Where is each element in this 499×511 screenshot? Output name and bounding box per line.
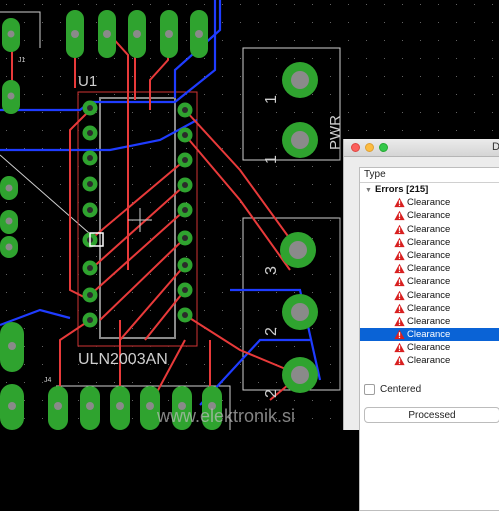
warning-icon	[394, 277, 405, 287]
panel-titlebar[interactable]: D	[344, 139, 499, 157]
pin-label-3: 3	[263, 266, 280, 275]
centered-checkbox[interactable]	[364, 384, 375, 395]
minimize-icon[interactable]	[365, 143, 374, 152]
errors-group-label: Errors [215]	[375, 184, 429, 195]
list-item[interactable]: Clearance	[360, 302, 499, 315]
errors-list[interactable]: Type ▼ Errors [215] Clearance Clearance Cle…	[359, 167, 499, 511]
list-item[interactable]: Clearance	[360, 196, 499, 209]
list-item[interactable]: Clearance	[360, 249, 499, 262]
pin-label-1b: 2	[263, 389, 280, 398]
warning-icon	[394, 197, 405, 208]
j4-label: J4	[44, 377, 52, 384]
j1-label: J1	[18, 57, 26, 64]
pin-label-1: 1	[263, 155, 280, 164]
warning-icon	[394, 290, 405, 300]
list-item[interactable]: Clearance	[360, 289, 499, 302]
pin-label-2: 1	[263, 95, 280, 104]
centered-label: Centered	[380, 384, 422, 395]
column-header-type[interactable]: Type	[360, 168, 499, 183]
u1-label: U1	[78, 73, 97, 90]
drc-errors-panel[interactable]: D Type ▼ Errors [215] Clearance Clearance C…	[343, 139, 499, 511]
processed-button[interactable]: Processed	[364, 407, 499, 423]
close-icon[interactable]	[351, 143, 360, 152]
warning-icon	[394, 237, 405, 247]
chip-label: ULN2003AN	[78, 351, 168, 368]
list-item[interactable]: Clearance	[360, 275, 499, 288]
warning-icon	[394, 316, 405, 326]
warning-icon	[394, 224, 405, 234]
warning-icon	[394, 250, 405, 261]
centered-checkbox-row[interactable]: Centered	[364, 384, 421, 395]
warning-icon	[394, 356, 405, 366]
panel-title: D	[492, 141, 499, 153]
list-item[interactable]: Clearance	[360, 209, 499, 222]
warning-icon	[394, 342, 405, 353]
list-item[interactable]: Clearance	[360, 341, 499, 354]
list-item[interactable]: Clearance	[360, 236, 499, 249]
list-item[interactable]: Clearance	[360, 315, 499, 328]
pwr-label: PWR	[327, 115, 344, 150]
list-item[interactable]: Clearance	[360, 223, 499, 236]
warning-icon	[394, 329, 405, 340]
warning-icon	[394, 303, 405, 313]
list-item[interactable]: Clearance	[360, 328, 499, 342]
list-item[interactable]: Clearance	[360, 354, 499, 367]
warning-icon	[394, 211, 405, 221]
zoom-icon[interactable]	[379, 143, 388, 152]
list-item[interactable]: Clearance	[360, 262, 499, 275]
warning-icon	[394, 263, 405, 274]
watermark: www.elektronik.si	[156, 406, 295, 426]
errors-group[interactable]: ▼ Errors [215]	[360, 183, 499, 196]
pin-label-2b: 2	[263, 327, 280, 336]
